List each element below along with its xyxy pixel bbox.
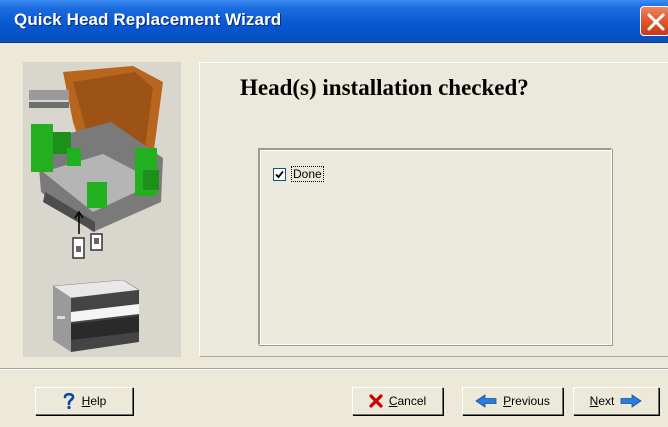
title-bar[interactable]: Quick Head Replacement Wizard [0, 0, 668, 43]
window-title: Quick Head Replacement Wizard [14, 10, 282, 29]
close-button[interactable] [640, 6, 668, 36]
printhead-illustration [29, 66, 163, 352]
right-arrow-icon [620, 394, 643, 408]
done-checkbox-label[interactable]: Done [291, 166, 324, 182]
page-heading: Head(s) installation checked? [240, 75, 529, 100]
help-label: elp [90, 394, 107, 408]
checkmark-icon [275, 170, 284, 179]
next-label: ext [598, 394, 615, 408]
button-separator [0, 368, 668, 370]
red-x-icon [369, 394, 383, 408]
wizard-illustration [23, 62, 181, 357]
question-icon [63, 392, 74, 410]
next-button[interactable]: Next [573, 387, 659, 415]
help-mnemonic: H [81, 394, 91, 408]
previous-button[interactable]: Previous [462, 387, 563, 415]
previous-label: revious [511, 394, 550, 408]
cancel-mnemonic: C [388, 394, 398, 408]
options-group-box: Done [258, 148, 612, 345]
done-checkbox[interactable] [273, 168, 286, 181]
previous-mnemonic: P [503, 394, 512, 408]
next-mnemonic: N [589, 394, 599, 408]
left-arrow-icon [475, 394, 497, 408]
help-button[interactable]: Help [35, 387, 133, 415]
wizard-content-panel: Head(s) installation checked? Done [199, 62, 668, 357]
cancel-button[interactable]: Cancel [352, 387, 443, 415]
close-icon [647, 13, 665, 31]
cancel-label: ancel [397, 394, 427, 408]
